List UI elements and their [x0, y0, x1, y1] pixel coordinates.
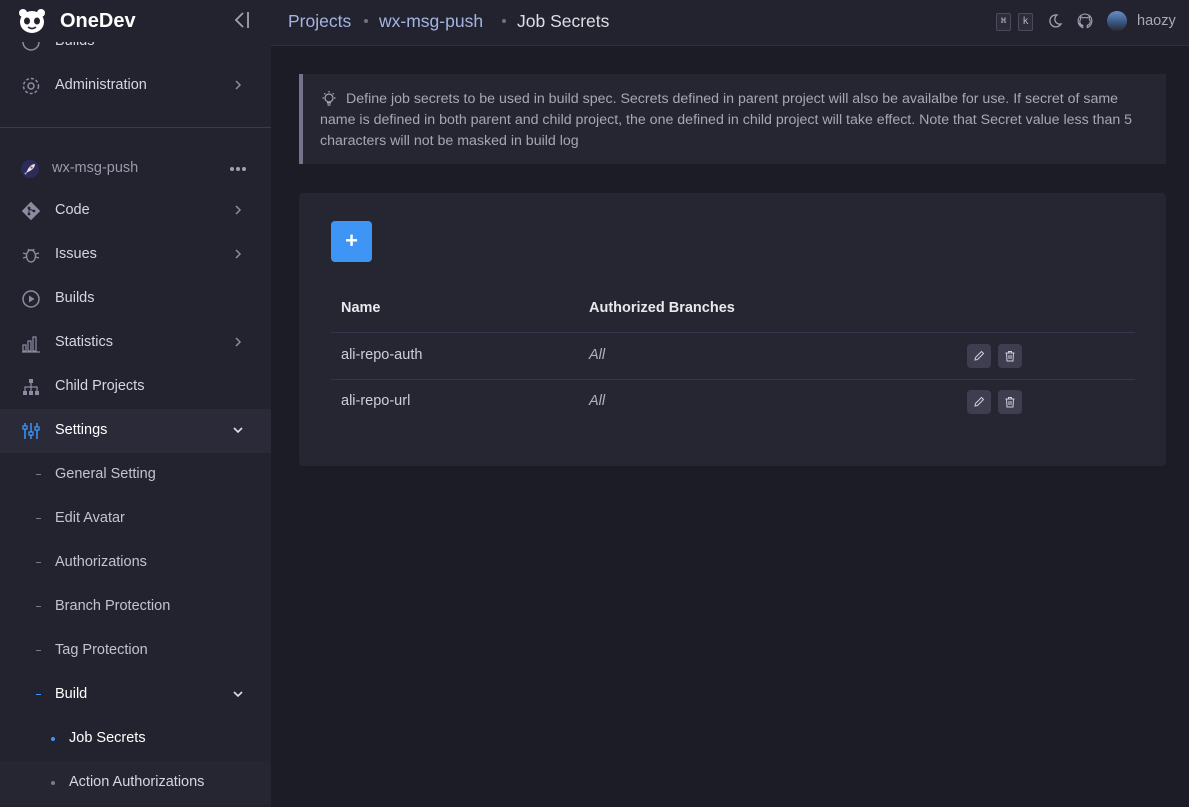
sidebar-item-label: Job Secrets: [69, 730, 146, 746]
avatar[interactable]: [1107, 11, 1127, 31]
chevron-right-icon: [235, 80, 242, 90]
sidebar-item-builds[interactable]: Builds: [0, 277, 271, 321]
authorized-branches: All: [589, 393, 606, 409]
more-options-icon[interactable]: [229, 166, 247, 172]
sidebar-item-label: Tag Protection: [55, 642, 148, 658]
row-divider: [331, 379, 1135, 380]
column-header-authorized-branches: Authorized Branches: [589, 300, 735, 316]
bullet-dash: [36, 606, 41, 607]
sidebar-item-label: Settings: [55, 422, 108, 438]
sidebar-item-label: Edit Avatar: [55, 510, 125, 526]
bullet-dot: [51, 781, 55, 785]
sidebar-item-settings[interactable]: Settings: [0, 409, 271, 453]
bar-chart-icon: [22, 336, 40, 353]
bullet-dash: [36, 694, 41, 695]
collapse-sidebar-icon[interactable]: [233, 10, 251, 30]
hierarchy-icon: [23, 379, 39, 395]
breadcrumb-separator: [502, 19, 506, 23]
git-icon: [21, 201, 41, 221]
sidebar-item-statistics[interactable]: Statistics: [0, 321, 271, 365]
delete-button[interactable]: [998, 344, 1022, 368]
shortcut-key-cmd[interactable]: ⌘: [996, 13, 1011, 31]
sidebar-item-action-authorizations[interactable]: Action Authorizations: [0, 761, 271, 805]
add-secret-button[interactable]: +: [331, 221, 372, 262]
chevron-down-icon: [233, 427, 243, 434]
pencil-icon: [974, 396, 985, 407]
sidebar-item-label: General Setting: [55, 466, 156, 482]
bullet-dash: [36, 562, 41, 563]
sidebar-divider: [0, 127, 271, 128]
secret-name: ali-repo-auth: [341, 347, 423, 363]
row-divider: [331, 332, 1135, 333]
trash-icon: [1005, 397, 1015, 408]
page-title: Job Secrets: [517, 11, 610, 31]
breadcrumb-separator: [364, 19, 368, 23]
sidebar-item-tag-protection[interactable]: Tag Protection: [0, 629, 271, 673]
sidebar-item-label: Branch Protection: [55, 598, 171, 614]
username[interactable]: haozy: [1137, 13, 1176, 29]
secret-name: ali-repo-url: [341, 393, 411, 409]
sidebar-item-label: Action Authorizations: [69, 774, 205, 790]
sidebar-item-branch-protection[interactable]: Branch Protection: [0, 585, 271, 629]
sidebar-item-issues[interactable]: Issues: [0, 233, 271, 277]
onedev-logo-icon: [19, 9, 45, 33]
github-icon[interactable]: [1077, 13, 1093, 29]
sidebar-item-label: Code: [55, 202, 90, 218]
sidebar-item-label: Statistics: [55, 334, 114, 350]
sidebar-item-build[interactable]: Build: [0, 673, 271, 717]
chevron-down-icon: [233, 691, 243, 698]
sidebar-item-label: Child Projects: [55, 378, 145, 394]
rocket-icon: [21, 160, 39, 178]
sidebar-item-edit-avatar[interactable]: Edit Avatar: [0, 497, 271, 541]
sidebar-item-job-secrets[interactable]: Job Secrets: [0, 717, 271, 761]
chevron-right-icon: [235, 249, 242, 259]
sidebar-item-label: Authorizations: [55, 554, 147, 570]
bullet-dash: [36, 474, 41, 475]
sidebar-item-child-projects[interactable]: Child Projects: [0, 365, 271, 409]
chevron-right-icon: [235, 205, 242, 215]
app-name: OneDev: [60, 10, 136, 32]
bullet-dash: [36, 650, 41, 651]
brand-header: OneDev: [0, 0, 271, 42]
alert-text: Define job secrets to be used in build s…: [320, 91, 1133, 149]
sidebar-item-authorizations[interactable]: Authorizations: [0, 541, 271, 585]
sidebar-project-header[interactable]: wx-msg-push: [0, 147, 271, 191]
authorized-branches: All: [589, 347, 606, 363]
sidebar-item-label: Builds: [55, 290, 95, 306]
trash-icon: [1005, 351, 1015, 362]
sidebar-item-label: Administration: [55, 77, 147, 93]
shortcut-key-k[interactable]: k: [1018, 13, 1033, 31]
sidebar-item-general-setting[interactable]: General Setting: [0, 453, 271, 497]
bug-icon: [22, 248, 40, 263]
edit-button[interactable]: [967, 390, 991, 414]
sidebar-item-administration[interactable]: Administration: [0, 64, 271, 108]
info-alert: Define job secrets to be used in build s…: [299, 74, 1166, 164]
breadcrumb-project[interactable]: wx-msg-push: [379, 11, 483, 32]
project-name: wx-msg-push: [52, 160, 139, 176]
sidebar: Builds OneDev Administration: [0, 0, 271, 807]
edit-button[interactable]: [967, 344, 991, 368]
bullet-dot: [51, 737, 55, 741]
sliders-icon: [22, 423, 40, 439]
chevron-right-icon: [235, 337, 242, 347]
bullet-dash: [36, 518, 41, 519]
column-header-name: Name: [341, 300, 381, 316]
pencil-icon: [974, 350, 985, 361]
play-circle-icon: [22, 290, 40, 308]
sidebar-item-label: Issues: [55, 246, 97, 262]
gear-icon: [22, 77, 40, 95]
delete-button[interactable]: [998, 390, 1022, 414]
job-secrets-card: + Name Authorized Branches ali-repo-auth…: [299, 193, 1166, 466]
topbar: Projects wx-msg-push Job Secrets ⌘ k hao…: [271, 0, 1189, 46]
sidebar-item-code[interactable]: Code: [0, 189, 271, 233]
moon-icon[interactable]: [1047, 13, 1063, 29]
breadcrumb-projects[interactable]: Projects: [288, 11, 351, 32]
sidebar-item-label: Build: [55, 686, 88, 702]
